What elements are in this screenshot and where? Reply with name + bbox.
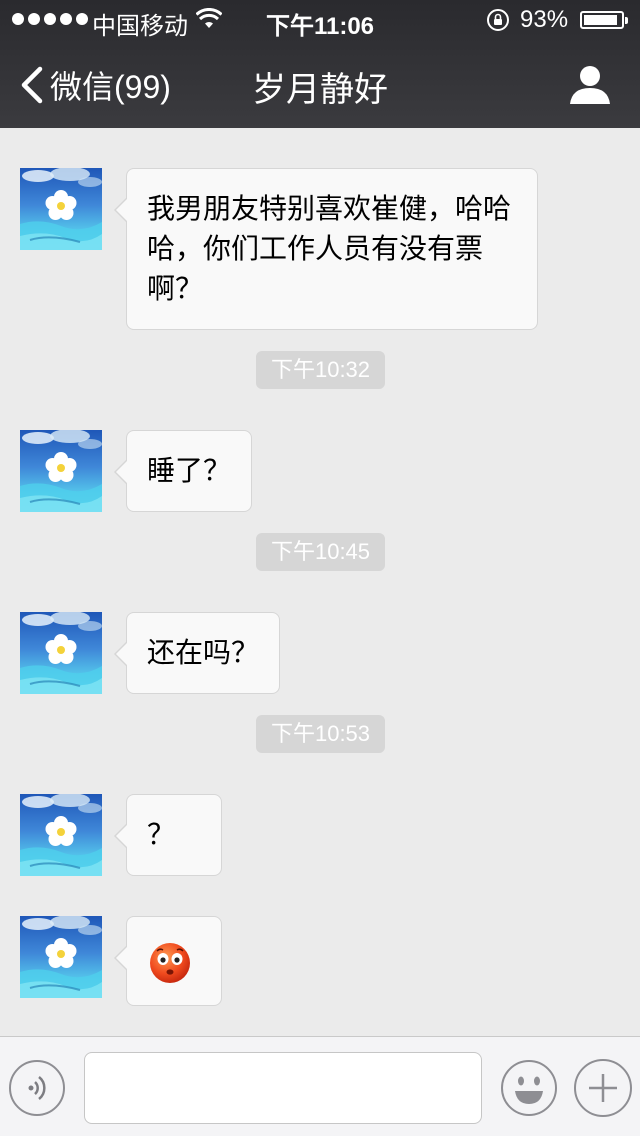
status-bar: 中国移动 下午11:06 93%	[0, 0, 640, 40]
plus-button[interactable]	[574, 1059, 632, 1117]
plus-icon	[589, 1074, 617, 1102]
message-bubble[interactable]: 睡了？	[114, 430, 252, 512]
timestamp: 下午10:45	[256, 533, 385, 571]
message-bubble[interactable]	[114, 916, 222, 1006]
avatar[interactable]	[20, 168, 102, 250]
timestamp: 下午10:53	[256, 715, 385, 753]
chat-title: 岁月静好	[252, 70, 388, 110]
voice-button[interactable]	[9, 1060, 65, 1116]
message-text: ？	[147, 818, 176, 851]
avatar[interactable]	[20, 612, 102, 694]
avatar[interactable]	[20, 916, 102, 998]
battery-icon	[580, 11, 628, 29]
battery-percent: 93%	[520, 6, 569, 33]
top-bar: 中国移动 下午11:06 93% 微信(99) 岁月静好	[0, 0, 640, 128]
message-input[interactable]	[84, 1052, 482, 1124]
message-text: 睡了？	[147, 454, 232, 487]
message-text: 还在吗？	[147, 636, 260, 669]
input-bar	[0, 1036, 640, 1136]
message-bubble[interactable]: 还在吗？	[114, 612, 280, 694]
message-text: 我男朋友特别喜欢崔健，哈哈哈，你们工作人员有没有票啊？	[147, 192, 512, 305]
embarrassed-face-emoji	[150, 943, 190, 983]
message-bubble[interactable]: ？	[114, 794, 222, 876]
avatar[interactable]	[20, 794, 102, 876]
rotation-lock-icon	[487, 9, 509, 31]
avatar[interactable]	[20, 430, 102, 512]
voice-icon	[28, 1076, 46, 1100]
message-bubble[interactable]: 我男朋友特别喜欢崔健，哈哈哈，你们工作人员有没有票啊？	[114, 168, 538, 330]
timestamp: 下午10:32	[256, 351, 385, 389]
smiley-icon[interactable]	[500, 1059, 558, 1117]
navigation-bar: 微信(99) 岁月静好	[0, 40, 640, 128]
person-icon[interactable]	[568, 64, 612, 104]
